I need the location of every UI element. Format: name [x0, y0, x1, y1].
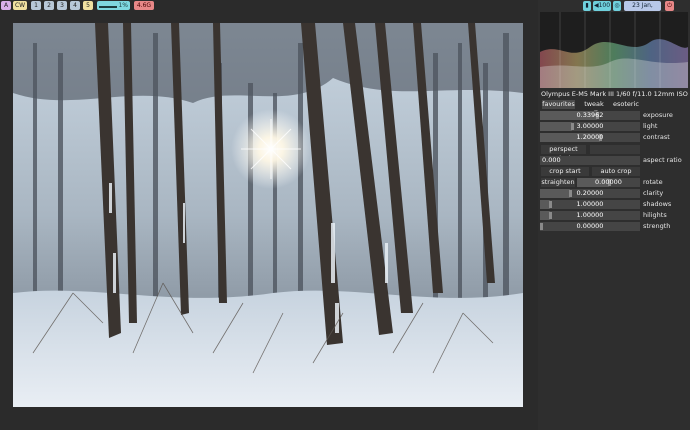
auto-crop-button[interactable]: auto crop — [592, 167, 640, 176]
workspace-3[interactable]: 3 — [57, 1, 67, 10]
rotate-label: rotate — [643, 178, 663, 186]
memory-indicator: 4.6G — [134, 1, 154, 10]
exposure-label: exposure — [643, 111, 673, 119]
contrast-slider[interactable]: 1.20000 — [540, 133, 640, 142]
image-viewport[interactable] — [0, 12, 538, 430]
exposure-value: 0.33962 — [576, 111, 604, 119]
strength-slider[interactable]: 0.00000 — [540, 222, 640, 231]
exif-info: Olympus E-M5 Mark III 1/60 f/11.0 12mm I… — [541, 90, 690, 98]
clock: 23 Jan, 11:18 — [624, 1, 661, 19]
clarity-value: 0.20000 — [576, 189, 604, 197]
cpu-label: 1% — [118, 2, 128, 9]
top-bar: A CW 1 2 3 4 5 1% 4.6G — [0, 0, 538, 12]
hilights-value: 1.00000 — [576, 211, 604, 219]
workspace-1[interactable]: 1 — [31, 1, 41, 10]
exposure-slider[interactable]: 0.33962 — [540, 111, 640, 120]
perspect-start-button[interactable]: perspect start — [541, 145, 586, 162]
battery-icon: ▮ — [583, 1, 591, 11]
hilights-label: hilights — [643, 211, 667, 219]
lock-icon[interactable]: ⏻ — [665, 1, 674, 11]
workspace-4[interactable]: 4 — [70, 1, 80, 10]
cpu-bar-icon — [99, 6, 117, 8]
clarity-slider[interactable]: 0.20000 — [540, 189, 640, 198]
aspect-ratio-value: 0.000 — [542, 156, 561, 164]
histogram — [540, 12, 688, 88]
rotate-value: 0.00000 — [595, 178, 622, 186]
workspace-2[interactable]: 2 — [44, 1, 54, 10]
light-value: 3.00000 — [576, 122, 604, 130]
rotate-slider[interactable]: 0.00000 — [577, 178, 640, 187]
straighten-button[interactable]: straighten — [541, 178, 575, 187]
crop-start-button[interactable]: crop start — [541, 167, 589, 176]
shadows-label: shadows — [643, 200, 672, 208]
launcher-button[interactable]: A — [1, 1, 11, 10]
cw-button[interactable]: CW — [13, 1, 27, 10]
tab-favourites[interactable]: favourites — [542, 100, 575, 109]
perspect-spacer — [590, 145, 640, 154]
hilights-slider[interactable]: 1.00000 — [540, 211, 640, 220]
shadows-value: 1.00000 — [576, 200, 604, 208]
strength-value: 0.00000 — [576, 222, 604, 230]
strength-label: strength — [643, 222, 671, 230]
light-slider[interactable]: 3.00000 — [540, 122, 640, 131]
clarity-label: clarity — [643, 189, 664, 197]
volume-indicator[interactable]: ◀100 — [593, 1, 611, 11]
contrast-value: 1.20000 — [576, 133, 604, 141]
workspace-5[interactable]: 5 — [83, 1, 93, 10]
aspect-ratio-field[interactable]: 0.000 — [540, 156, 640, 165]
photo-image[interactable] — [13, 23, 523, 407]
light-label: light — [643, 122, 658, 130]
tab-esoteric[interactable]: esoteric — [612, 100, 640, 109]
cpu-indicator: 1% — [97, 1, 130, 10]
shadows-slider[interactable]: 1.00000 — [540, 200, 640, 209]
contrast-label: contrast — [643, 133, 670, 141]
tab-tweak-all[interactable]: tweak all — [580, 100, 608, 117]
network-icon: ◎ — [613, 1, 621, 11]
aspect-ratio-label: aspect ratio — [643, 156, 682, 164]
volume-label: 100 — [598, 2, 611, 9]
